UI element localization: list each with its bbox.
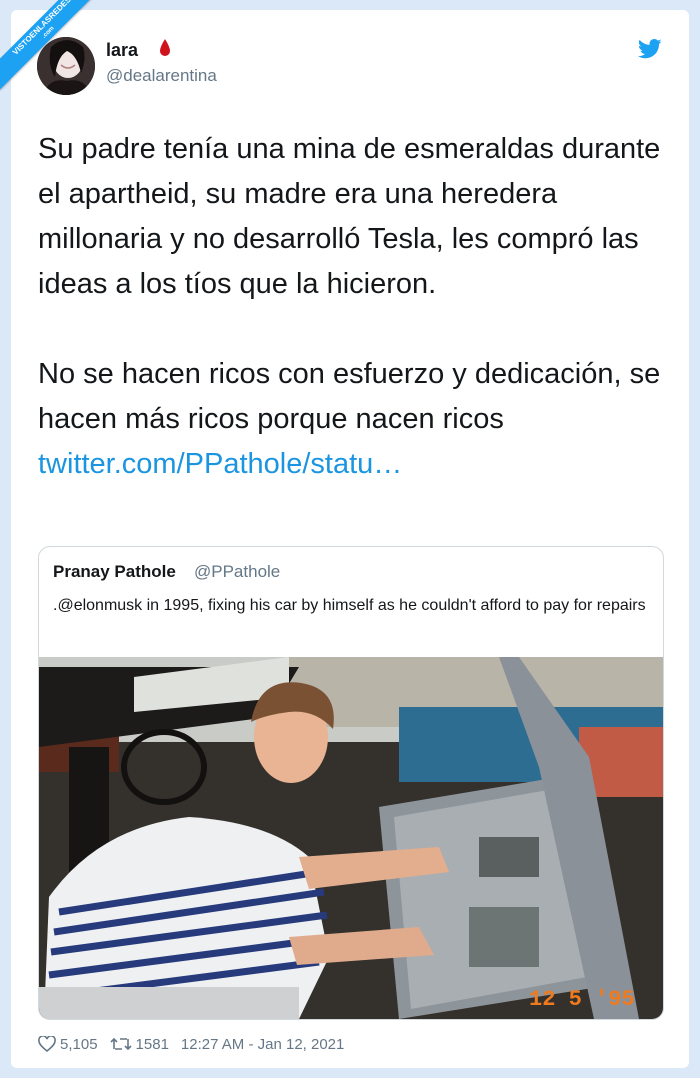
author-name[interactable]: lara	[106, 40, 138, 61]
tweet-timestamp[interactable]: 12:27 AM - Jan 12, 2021	[181, 1036, 344, 1053]
blood-drop-icon	[158, 38, 172, 63]
tweet-paragraph-2: No se hacen ricos con esfuerzo y dedicac…	[38, 352, 678, 487]
author-handle[interactable]: @dealarentina	[106, 66, 217, 86]
tweet-link[interactable]: twitter.com/PPathole/statu…	[38, 448, 402, 480]
quoted-author-handle[interactable]: @PPathole	[194, 562, 280, 582]
tweet-body: Su padre tenía una mina de esmeraldas du…	[38, 127, 678, 487]
quoted-text: .@elonmusk in 1995, fixing his car by hi…	[53, 597, 646, 614]
twitter-bird-icon[interactable]	[637, 39, 662, 64]
retweet-count: 1581	[135, 1035, 169, 1053]
like-count: 5,105	[60, 1035, 98, 1053]
retweet-icon[interactable]	[109, 1036, 132, 1052]
tweet-paragraph-text: No se hacen ricos con esfuerzo y dedicac…	[38, 358, 661, 435]
tweet-paragraph: Su padre tenía una mina de esmeraldas du…	[38, 133, 661, 300]
tweet-footer: 5,105 1581 12:27 AM - Jan 12, 2021	[38, 1033, 344, 1055]
quoted-photo[interactable]: 12 5 '95	[39, 657, 663, 1019]
heart-icon[interactable]	[38, 1036, 56, 1052]
quoted-author-name[interactable]: Pranay Pathole	[53, 562, 176, 582]
avatar[interactable]	[37, 37, 95, 95]
quoted-tweet[interactable]: Pranay Pathole @PPathole .@elonmusk in 1…	[38, 546, 664, 1020]
avatar-photo	[37, 37, 95, 95]
photo-date-stamp: 12 5 '95	[529, 987, 635, 1012]
